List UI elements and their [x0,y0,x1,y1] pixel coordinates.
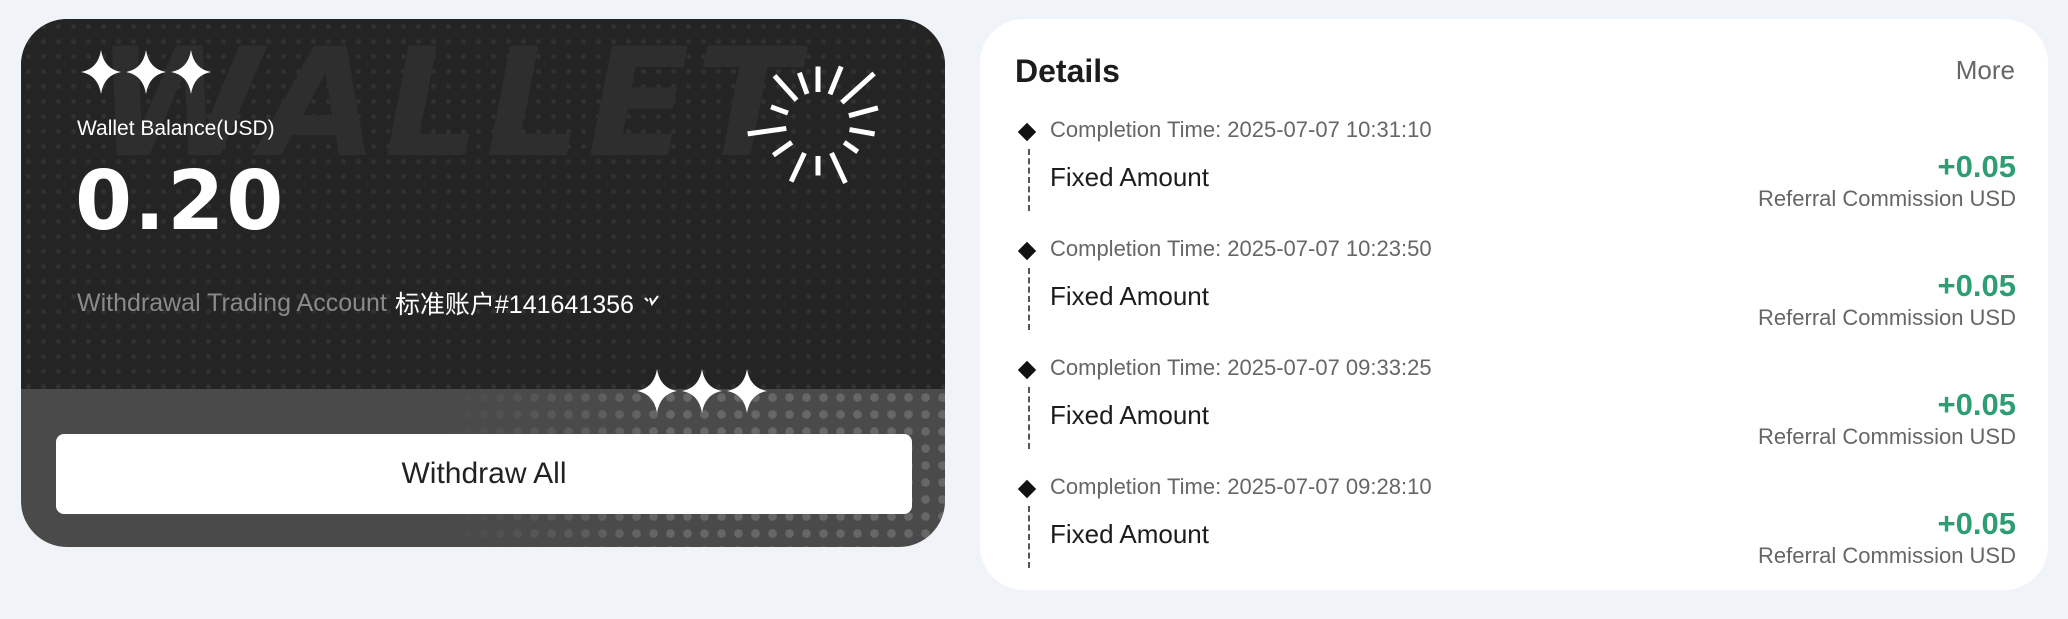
diamond-bullet-icon [1017,360,1037,380]
list-item: Completion Time: 2025-07-07 09:28:10 Fix… [980,461,2048,576]
timeline-connector [1028,506,1030,568]
timeline-connector [1028,268,1030,330]
chevron-down-icon[interactable] [644,294,660,312]
balance-label: Wallet Balance(USD) [77,117,275,140]
records-list[interactable]: Completion Time: 2025-07-07 10:31:10 Fix… [980,104,2048,576]
account-label: Withdrawal Trading Account [77,288,387,317]
sparkles-icon [635,366,769,416]
more-link[interactable]: More [1956,55,2015,86]
record-time: Completion Time: 2025-07-07 10:23:50 [1050,236,1432,261]
trading-account-selector[interactable]: Withdrawal Trading Account 标准账户#14164135… [77,285,660,321]
loading-spinner-icon [747,65,879,184]
record-amount: +0.05 [1937,268,2016,303]
details-card: Details More Completion Time: 2025-07-07… [980,19,2048,590]
timeline-connector [1028,149,1030,211]
balance-value: 0.20 [75,154,286,249]
record-time: Completion Time: 2025-07-07 10:31:10 [1050,117,1432,142]
list-item: Completion Time: 2025-07-07 10:23:50 Fix… [980,223,2048,342]
record-subtitle: Referral Commission USD [1758,186,2016,211]
record-type: Fixed Amount [1050,162,1209,192]
record-time: Completion Time: 2025-07-07 09:33:25 [1050,355,1432,380]
record-time: Completion Time: 2025-07-07 09:28:10 [1050,474,1432,499]
record-type: Fixed Amount [1050,281,1209,311]
diamond-bullet-icon [1017,479,1037,499]
record-subtitle: Referral Commission USD [1758,543,2016,568]
diamond-bullet-icon [1017,241,1037,261]
record-type: Fixed Amount [1050,400,1209,430]
record-subtitle: Referral Commission USD [1758,305,2016,330]
diamond-bullet-icon [1017,122,1037,142]
record-amount: +0.05 [1937,149,2016,184]
list-item: Completion Time: 2025-07-07 10:31:10 Fix… [980,104,2048,223]
wallet-card: WALLET Wallet Balance(USD) 0.20 Withdraw… [21,19,945,547]
sparkles-icon [79,47,213,97]
record-subtitle: Referral Commission USD [1758,424,2016,449]
record-type: Fixed Amount [1050,519,1209,549]
list-item: Completion Time: 2025-07-07 09:33:25 Fix… [980,342,2048,461]
details-title: Details [1015,53,1120,89]
withdraw-all-button[interactable]: Withdraw All [56,434,912,514]
record-amount: +0.05 [1937,387,2016,422]
record-amount: +0.05 [1937,506,2016,541]
account-value[interactable]: 标准账户#141641356 [395,285,634,321]
timeline-connector [1028,387,1030,449]
